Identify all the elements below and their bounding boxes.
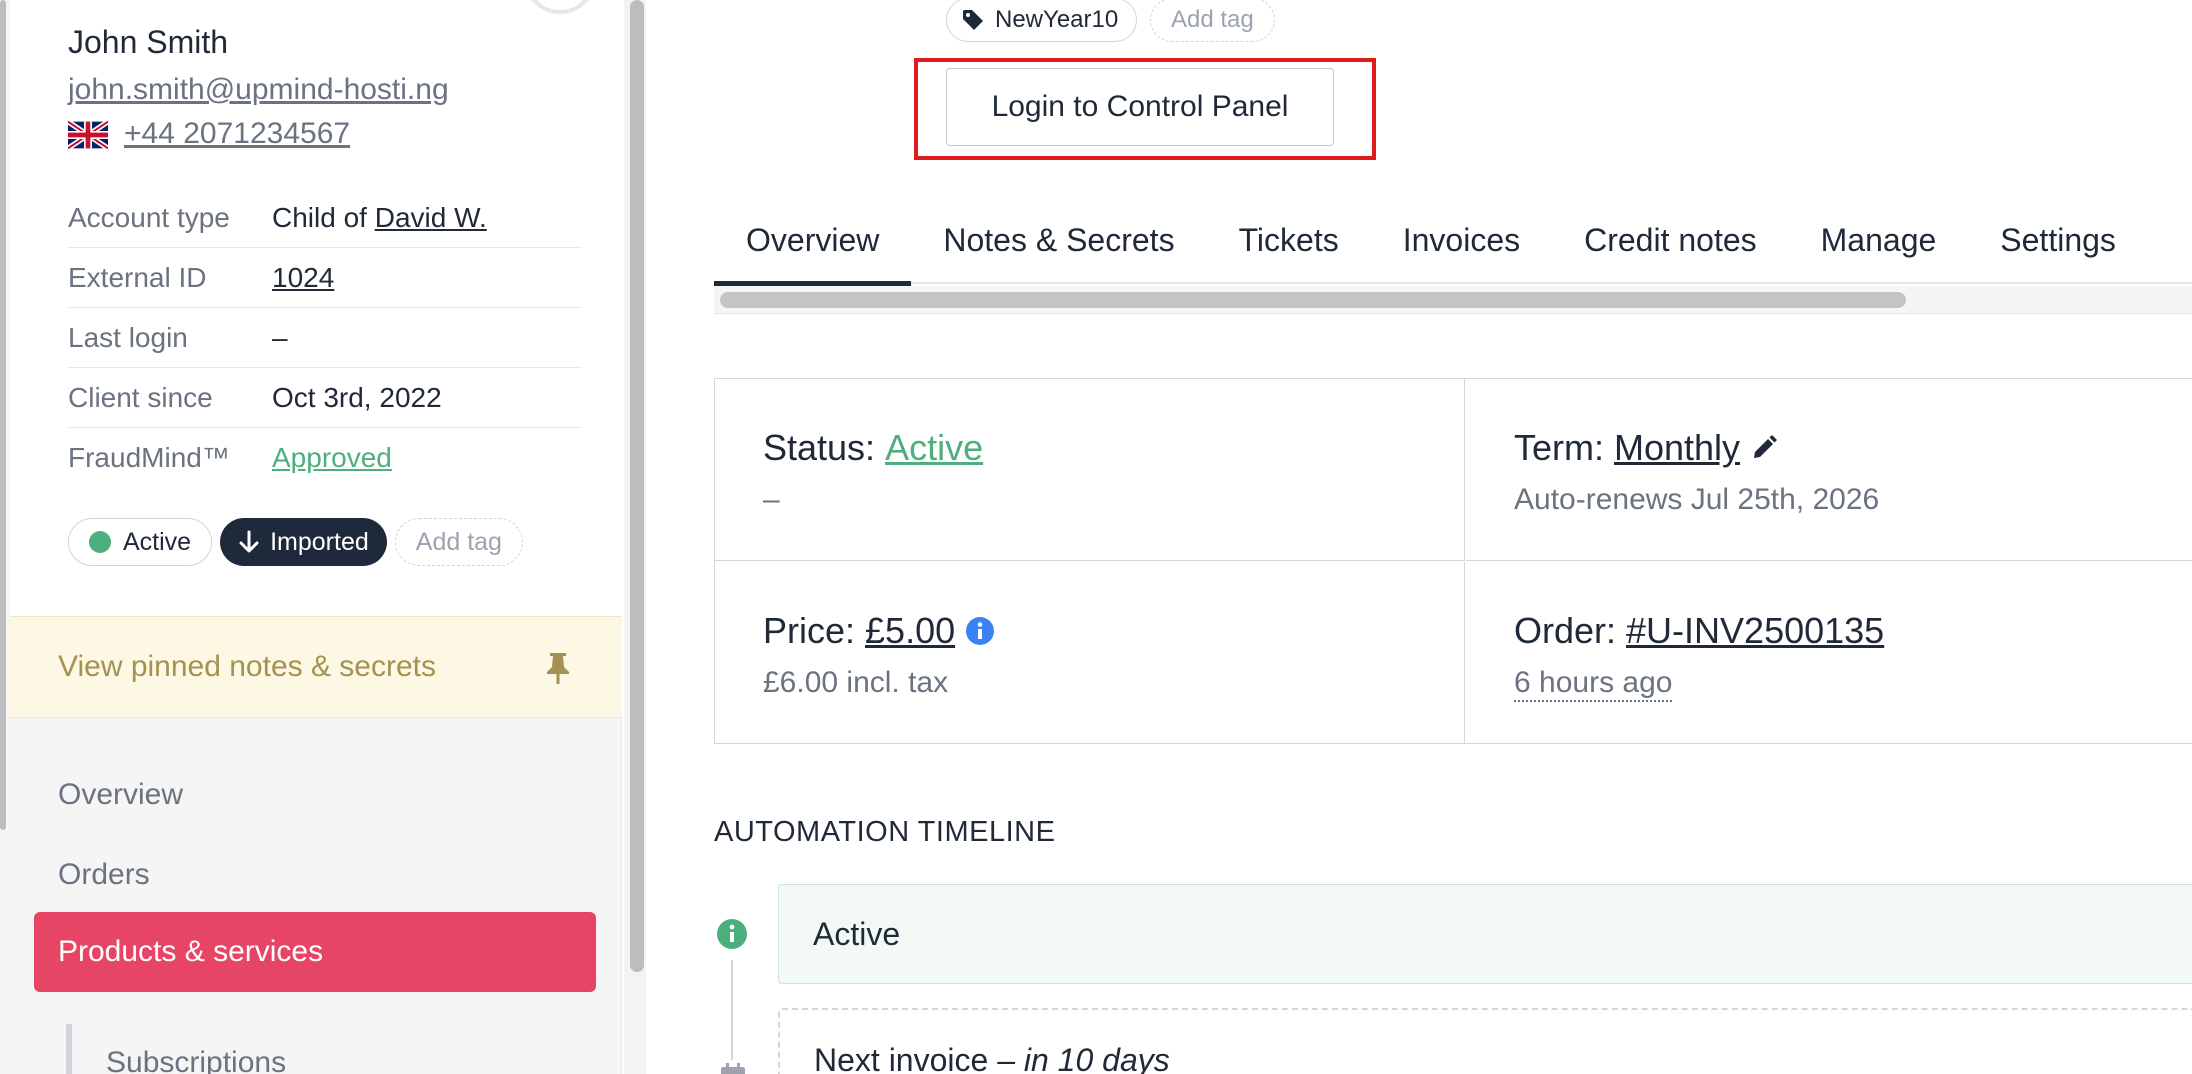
- client-name: John Smith: [68, 24, 229, 60]
- tab-notes-secrets[interactable]: Notes & Secrets: [911, 196, 1206, 284]
- tab-invoices[interactable]: Invoices: [1371, 196, 1552, 284]
- tab-settings[interactable]: Settings: [1968, 196, 2148, 284]
- status-badge-label: Active: [123, 527, 192, 556]
- detail-label: External ID: [68, 261, 207, 293]
- service-tag[interactable]: NewYear10: [946, 0, 1138, 42]
- service-tag-label: NewYear10: [995, 6, 1119, 33]
- sidebar-item-orders[interactable]: Orders: [58, 858, 150, 892]
- sidebar-item-overview[interactable]: Overview: [58, 778, 183, 812]
- info-circle-icon: [717, 919, 747, 949]
- fraudmind-status-link[interactable]: Approved: [272, 442, 392, 474]
- next-invoice-label: Next invoice: [814, 1042, 989, 1074]
- service-detail: NewYear10 Add tag Login to Control Panel…: [650, 0, 2192, 1074]
- client-tags: Active Imported Add tag: [68, 518, 523, 566]
- pencil-icon[interactable]: [1750, 434, 1778, 462]
- term-cell: Term: Monthly Auto-renews Jul 25th, 2026: [1466, 379, 2192, 561]
- uk-flag-icon: [68, 121, 108, 149]
- tab-overview[interactable]: Overview: [714, 196, 912, 286]
- detail-label: Account type: [68, 201, 230, 233]
- detail-value: Child of David W.: [272, 202, 487, 234]
- status-label: Status:: [763, 427, 876, 468]
- service-add-tag-button[interactable]: Add tag: [1150, 0, 1275, 42]
- sidebar-item-products-services[interactable]: Products & services: [34, 912, 596, 992]
- tab-tickets[interactable]: Tickets: [1207, 196, 1371, 284]
- arrow-down-icon: [239, 530, 259, 553]
- status-dot-icon: [89, 531, 111, 553]
- avatar[interactable]: [524, 0, 596, 14]
- price-label: Price:: [763, 610, 856, 651]
- sidebar-scrollbar-thumb[interactable]: [630, 0, 644, 972]
- term-label: Term:: [1514, 427, 1604, 468]
- detail-row-last-login: Last login –: [68, 308, 582, 368]
- sidebar-item-subscriptions[interactable]: Subscriptions: [106, 1046, 286, 1074]
- price-cell: Price: £5.00 £6.00 incl. tax: [715, 562, 1465, 744]
- automation-timeline-title: AUTOMATION TIMELINE: [714, 816, 1056, 848]
- timeline-item-next-invoice: Next invoice – in 10 days: [778, 1008, 2192, 1074]
- account-type-prefix: Child of: [272, 201, 375, 233]
- parent-account-link[interactable]: David W.: [375, 202, 487, 233]
- client-card: John Smith john.smith@upmind-hosti.ng +4…: [10, 0, 622, 616]
- status-value-link[interactable]: Active: [885, 427, 983, 469]
- detail-label: Last login: [68, 321, 188, 353]
- term-value-link[interactable]: Monthly: [1614, 427, 1740, 469]
- order-cell: Order: #U-INV2500135 6 hours ago: [1466, 562, 2192, 744]
- price-sub: £6.00 incl. tax: [763, 666, 949, 699]
- tab-credit-notes[interactable]: Credit notes: [1552, 196, 1789, 284]
- client-sidebar: John Smith john.smith@upmind-hosti.ng +4…: [0, 0, 622, 1074]
- client-phone-link[interactable]: +44 2071234567: [124, 117, 350, 151]
- term-sub: Auto-renews Jul 25th, 2026: [1514, 483, 1880, 516]
- status-badge-active[interactable]: Active: [68, 518, 213, 566]
- tag-icon: [963, 10, 983, 30]
- info-icon[interactable]: [965, 616, 995, 646]
- order-time: 6 hours ago: [1514, 666, 1673, 702]
- tab-manage[interactable]: Manage: [1789, 196, 1969, 284]
- client-add-tag-button[interactable]: Add tag: [394, 518, 523, 566]
- detail-label: Client since: [68, 381, 213, 413]
- detail-row-external-id: External ID 1024: [68, 248, 582, 308]
- detail-value: –: [272, 321, 288, 353]
- imported-badge[interactable]: Imported: [220, 518, 387, 566]
- external-id-link[interactable]: 1024: [272, 262, 334, 293]
- calendar-icon: [721, 1063, 745, 1074]
- pin-icon: [547, 653, 569, 684]
- order-value-link[interactable]: #U-INV2500135: [1626, 610, 1884, 652]
- service-tabs: Overview Notes & Secrets Tickets Invoice…: [714, 196, 2192, 286]
- sidebar-outer-scrollbar[interactable]: [0, 0, 6, 830]
- detail-value: Oct 3rd, 2022: [272, 381, 442, 413]
- order-label: Order:: [1514, 610, 1617, 651]
- pinned-notes-label: View pinned notes & secrets: [58, 650, 437, 683]
- price-value-link[interactable]: £5.00: [865, 610, 955, 652]
- subnav-indicator: [66, 1024, 72, 1074]
- timeline-item-active: Active: [778, 884, 2192, 984]
- detail-row-client-since: Client since Oct 3rd, 2022: [68, 368, 582, 428]
- status-sub: –: [763, 483, 780, 516]
- pinned-notes-bar[interactable]: View pinned notes & secrets: [10, 616, 622, 718]
- timeline-connector: [731, 960, 733, 1060]
- imported-badge-label: Imported: [270, 527, 369, 556]
- detail-row-account-type: Account type Child of David W.: [68, 188, 582, 248]
- client-details-table: Account type Child of David W. External …: [68, 188, 582, 488]
- login-control-panel-button[interactable]: Login to Control Panel: [946, 68, 1334, 146]
- next-invoice-separator: –: [988, 1042, 1024, 1074]
- next-invoice-when: in 10 days: [1023, 1042, 1170, 1074]
- detail-row-fraudmind: FraudMind™ Approved: [68, 428, 582, 488]
- detail-label: FraudMind™: [68, 442, 230, 473]
- service-summary-grid: Status: Active – Term: Monthly Auto-rene…: [714, 378, 2192, 744]
- client-email-link[interactable]: john.smith@upmind-hosti.ng: [68, 73, 449, 107]
- tabs-scrollbar-thumb[interactable]: [720, 292, 1906, 308]
- status-cell: Status: Active –: [715, 379, 1465, 561]
